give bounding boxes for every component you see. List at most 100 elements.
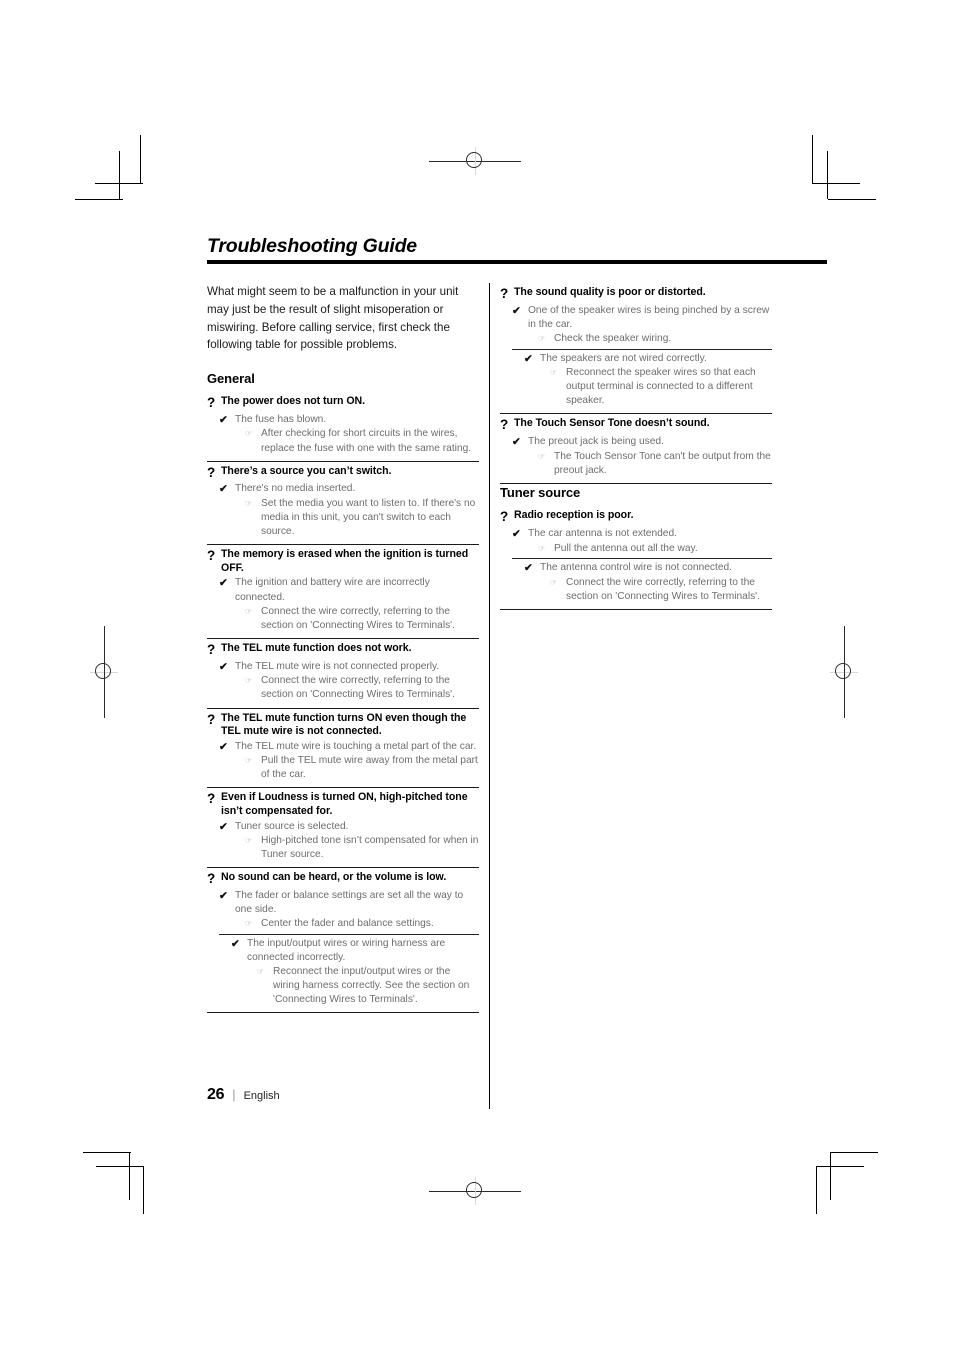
- troubleshooting-entry: ? No sound can be heard, or the volume is…: [207, 868, 479, 1013]
- check-icon: ✔: [219, 660, 228, 673]
- page-content: Troubleshooting Guide What might seem to…: [207, 235, 827, 1110]
- cause-text: Tuner source is selected.: [235, 820, 349, 832]
- remedy-text: Connect the wire correctly, referring to…: [261, 675, 455, 701]
- page-footer: 26 | English: [207, 1086, 280, 1104]
- symptom-text: Radio reception is poor.: [514, 509, 634, 522]
- cause-text: The fader or balance settings are set al…: [235, 890, 464, 916]
- tuner-source-entry-list: ? Radio reception is poor. ✔ The car antenn…: [500, 506, 772, 610]
- troubleshooting-entry: ? The TEL mute function turns ON even tho…: [207, 709, 479, 789]
- pointing-hand-icon: ☞: [245, 919, 253, 929]
- cause-text: The fuse has blown.: [235, 413, 327, 425]
- cause-text: One of the speaker wires is being pinche…: [528, 305, 770, 331]
- symptom-row: ? The Touch Sensor Tone doesn’t sound.: [500, 417, 772, 434]
- right-column: ? The sound quality is poor or distorted.…: [500, 283, 772, 610]
- remedy-row: ☞ High-pitched tone isn’t compensated for…: [207, 834, 479, 862]
- cause-group: ✔ The preout jack is being used. ☞ The Touc…: [500, 434, 772, 478]
- cause-row: ✔ The preout jack is being used.: [500, 435, 772, 450]
- check-icon: ✔: [512, 528, 521, 541]
- remedy-text: Reconnect the speaker wires so that each…: [566, 367, 756, 407]
- cause-row: ✔ The input/output wires or wiring harnes…: [219, 937, 479, 965]
- cause-row: ✔ The ignition and battery wire are incor…: [207, 576, 479, 604]
- remedy-row: ☞ Connect the wire correctly, referring t…: [512, 576, 772, 604]
- symptom-text: The TEL mute function turns ON even thou…: [221, 711, 467, 738]
- cause-text: The ignition and battery wire are incorr…: [235, 577, 430, 603]
- check-icon: ✔: [219, 740, 228, 753]
- remedy-text: Center the fader and balance settings.: [261, 918, 434, 930]
- pointing-hand-icon: ☞: [245, 606, 253, 616]
- pointing-hand-icon: ☞: [245, 756, 253, 766]
- remedy-row: ☞ Reconnect the speaker wires so that eac…: [512, 366, 772, 408]
- check-icon: ✔: [231, 937, 240, 950]
- symptom-row: ? The power does not turn ON.: [207, 395, 479, 412]
- registration-mark-top: [429, 147, 521, 175]
- symptom-text: The sound quality is poor or distorted.: [514, 286, 706, 299]
- remedy-row: ☞ The Touch Sensor Tone can't be output f…: [500, 450, 772, 478]
- intro-paragraph: What might seem to be a malfunction in y…: [207, 285, 459, 352]
- symptom-row: ? Even if Loudness is turned ON, high-pit…: [207, 791, 479, 818]
- question-mark-icon: ?: [500, 509, 509, 525]
- two-column-body: What might seem to be a malfunction in y…: [207, 283, 827, 1110]
- general-entry-list: ? The power does not turn ON. ✔ The fuse ha…: [207, 392, 479, 1013]
- pointing-hand-icon: ☞: [245, 836, 253, 846]
- symptom-row: ? The memory is erased when the ignition …: [207, 548, 479, 575]
- cause-text: The input/output wires or wiring harness…: [247, 937, 446, 963]
- pointing-hand-icon: ☞: [550, 368, 558, 378]
- cause-text: The TEL mute wire is not connected prope…: [235, 660, 440, 672]
- question-mark-icon: ?: [207, 464, 216, 480]
- cause-text: There's no media inserted.: [235, 483, 356, 495]
- troubleshooting-entry: ? Radio reception is poor. ✔ The car antenn…: [500, 506, 772, 610]
- symptom-row: ? The TEL mute function does not work.: [207, 642, 479, 659]
- remedy-text: The Touch Sensor Tone can't be output fr…: [554, 451, 771, 477]
- check-icon: ✔: [219, 890, 228, 903]
- check-icon: ✔: [524, 561, 533, 574]
- cause-group: ✔ The TEL mute wire is touching a metal p…: [207, 739, 479, 783]
- question-mark-icon: ?: [207, 548, 216, 564]
- column-divider: [489, 283, 490, 1110]
- crop-mark-bottom-left: [75, 1140, 205, 1260]
- footer-separator: |: [232, 1087, 236, 1102]
- remedy-text: Check the speaker wiring.: [554, 333, 672, 345]
- check-icon: ✔: [512, 305, 521, 318]
- left-column: What might seem to be a malfunction in y…: [207, 283, 479, 1013]
- symptom-text: There’s a source you can’t switch.: [221, 464, 392, 477]
- section-heading-general: General: [207, 370, 255, 386]
- cause-group: ✔ The ignition and battery wire are incor…: [207, 575, 479, 632]
- symptom-row: ? No sound can be heard, or the volume is…: [207, 871, 479, 888]
- cause-row: ✔ One of the speaker wires is being pinch…: [500, 304, 772, 332]
- section-heading-tuner-source: Tuner source: [500, 485, 581, 501]
- cause-group: ✔ The car antenna is not extended. ☞ Pull t…: [500, 526, 772, 556]
- page-number: 26: [207, 1086, 225, 1103]
- check-icon: ✔: [219, 413, 228, 426]
- remedy-row: ☞ Connect the wire correctly, referring t…: [207, 605, 479, 633]
- cause-row: ✔ The speakers are not wired correctly.: [512, 352, 772, 367]
- cause-row: ✔ The TEL mute wire is not connected prop…: [207, 660, 479, 675]
- cause-group: ✔ The TEL mute wire is not connected prop…: [207, 659, 479, 703]
- remedy-row: ☞ Set the media you want to listen to. If…: [207, 497, 479, 539]
- registration-mark-left: [90, 626, 118, 718]
- question-mark-icon: ?: [500, 417, 509, 433]
- title-rule: [207, 260, 827, 265]
- pointing-hand-icon: ☞: [245, 429, 253, 439]
- question-mark-icon: ?: [207, 711, 216, 727]
- symptom-text: The memory is erased when the ignition i…: [221, 548, 469, 574]
- remedy-row: ☞ Connect the wire correctly, referring t…: [207, 674, 479, 702]
- cause-group: ✔ The speakers are not wired correctly. ☞ R…: [512, 348, 772, 409]
- cause-text: The antenna control wire is not connecte…: [540, 561, 732, 573]
- pointing-hand-icon: ☞: [538, 543, 546, 553]
- remedy-text: Connect the wire correctly, referring to…: [566, 576, 760, 602]
- check-icon: ✔: [219, 577, 228, 590]
- cause-group: ✔ The fuse has blown. ☞ After checking for …: [207, 412, 479, 456]
- remedy-text: Reconnect the input/output wires or the …: [273, 965, 470, 1005]
- cause-text: The speakers are not wired correctly.: [540, 352, 707, 364]
- cause-group: ✔ The fader or balance settings are set a…: [207, 888, 479, 931]
- cause-text: The TEL mute wire is touching a metal pa…: [235, 740, 477, 752]
- pointing-hand-icon: ☞: [257, 966, 265, 976]
- cause-text: The preout jack is being used.: [528, 436, 664, 448]
- symptom-text: The TEL mute function does not work.: [221, 641, 412, 654]
- remedy-text: Connect the wire correctly, referring to…: [261, 605, 455, 631]
- cause-row: ✔ The antenna control wire is not connect…: [512, 561, 772, 576]
- cause-group: ✔ One of the speaker wires is being pinch…: [500, 303, 772, 346]
- crop-mark-top-right: [790, 130, 910, 250]
- question-mark-icon: ?: [207, 871, 216, 887]
- symptom-row: ? There’s a source you can’t switch.: [207, 465, 479, 482]
